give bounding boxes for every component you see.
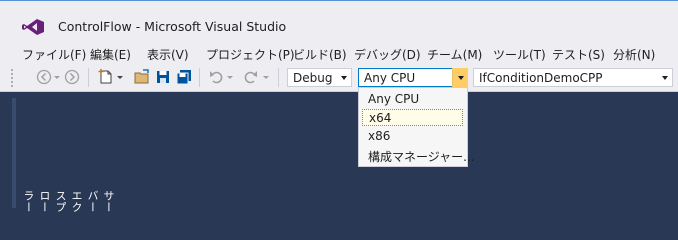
platform-option-x86[interactable]: x86 — [362, 128, 463, 145]
undo-icon[interactable] — [208, 69, 224, 85]
redo-icon[interactable] — [243, 69, 259, 85]
solution-platform-combo[interactable]: Any CPU — [358, 68, 468, 87]
toolbar-separator — [88, 68, 89, 87]
save-icon[interactable] — [155, 69, 171, 85]
menu-bar: ファイル(F) 編集(E) 表示(V) プロジェクト(P) ビルド(B) デバッ… — [0, 42, 678, 64]
solution-platform-value: Any CPU — [364, 71, 416, 85]
menu-view[interactable]: 表示(V) — [147, 46, 189, 63]
platform-option-x64[interactable]: x64 — [362, 109, 463, 126]
toolbar-grip[interactable] — [10, 68, 14, 87]
platform-option-label: 構成マネージャー... — [368, 150, 475, 164]
navigate-forward-icon[interactable] — [64, 69, 80, 85]
menu-test[interactable]: テスト(S) — [552, 46, 605, 63]
menu-analyze[interactable]: 分析(N) — [613, 46, 655, 63]
menu-project[interactable]: プロジェクト(P) — [206, 46, 295, 63]
navigate-back-icon[interactable] — [36, 69, 52, 85]
chevron-down-icon — [341, 76, 347, 80]
menu-debug[interactable]: デバッグ(D) — [354, 46, 421, 63]
platform-option-any-cpu[interactable]: Any CPU — [362, 91, 463, 108]
new-project-dropdown-icon[interactable] — [116, 69, 124, 85]
startup-project-combo[interactable]: IfConditionDemoCPP — [473, 68, 673, 87]
menu-tools[interactable]: ツール(T) — [493, 46, 546, 63]
platform-option-label: x64 — [369, 111, 392, 125]
solution-configuration-combo[interactable]: Debug — [287, 68, 352, 87]
navigate-back-dropdown-icon[interactable] — [53, 69, 61, 85]
standard-toolbar: Debug Any CPU IfConditionDemoCPP — [0, 64, 678, 92]
platform-option-label: x86 — [368, 129, 391, 143]
platform-option-label: Any CPU — [368, 92, 420, 106]
solution-platform-dropdown-list: Any CPU x64 x86 構成マネージャー... — [358, 87, 475, 167]
server-explorer-tab[interactable]: サーバー エクスプローラー — [20, 190, 116, 215]
solution-platform-dropdown-button[interactable] — [452, 68, 468, 87]
menu-edit[interactable]: 編集(E) — [90, 46, 131, 63]
new-project-icon[interactable] — [98, 69, 114, 85]
menu-team[interactable]: チーム(M) — [427, 46, 482, 63]
chevron-down-icon — [662, 76, 668, 80]
toolbar-separator — [278, 68, 279, 87]
startup-project-value: IfConditionDemoCPP — [479, 71, 603, 85]
toolbar-separator — [199, 68, 200, 87]
window-title: ControlFlow - Microsoft Visual Studio — [58, 19, 287, 34]
chevron-down-icon — [458, 76, 464, 80]
open-file-icon[interactable] — [134, 69, 150, 85]
menu-build[interactable]: ビルド(B) — [293, 46, 347, 63]
side-tab-strip — [12, 98, 16, 208]
save-all-icon[interactable] — [176, 69, 192, 85]
platform-option-configuration-manager[interactable]: 構成マネージャー... — [362, 147, 475, 164]
side-tool-panel: サーバー エクスプローラー — [0, 92, 115, 215]
solution-configuration-value: Debug — [293, 71, 333, 85]
undo-dropdown-icon[interactable] — [226, 69, 234, 85]
visual-studio-logo-icon — [22, 19, 44, 35]
title-bar: ControlFlow - Microsoft Visual Studio — [0, 0, 678, 43]
menu-file[interactable]: ファイル(F) — [22, 46, 86, 63]
redo-dropdown-icon[interactable] — [262, 69, 270, 85]
